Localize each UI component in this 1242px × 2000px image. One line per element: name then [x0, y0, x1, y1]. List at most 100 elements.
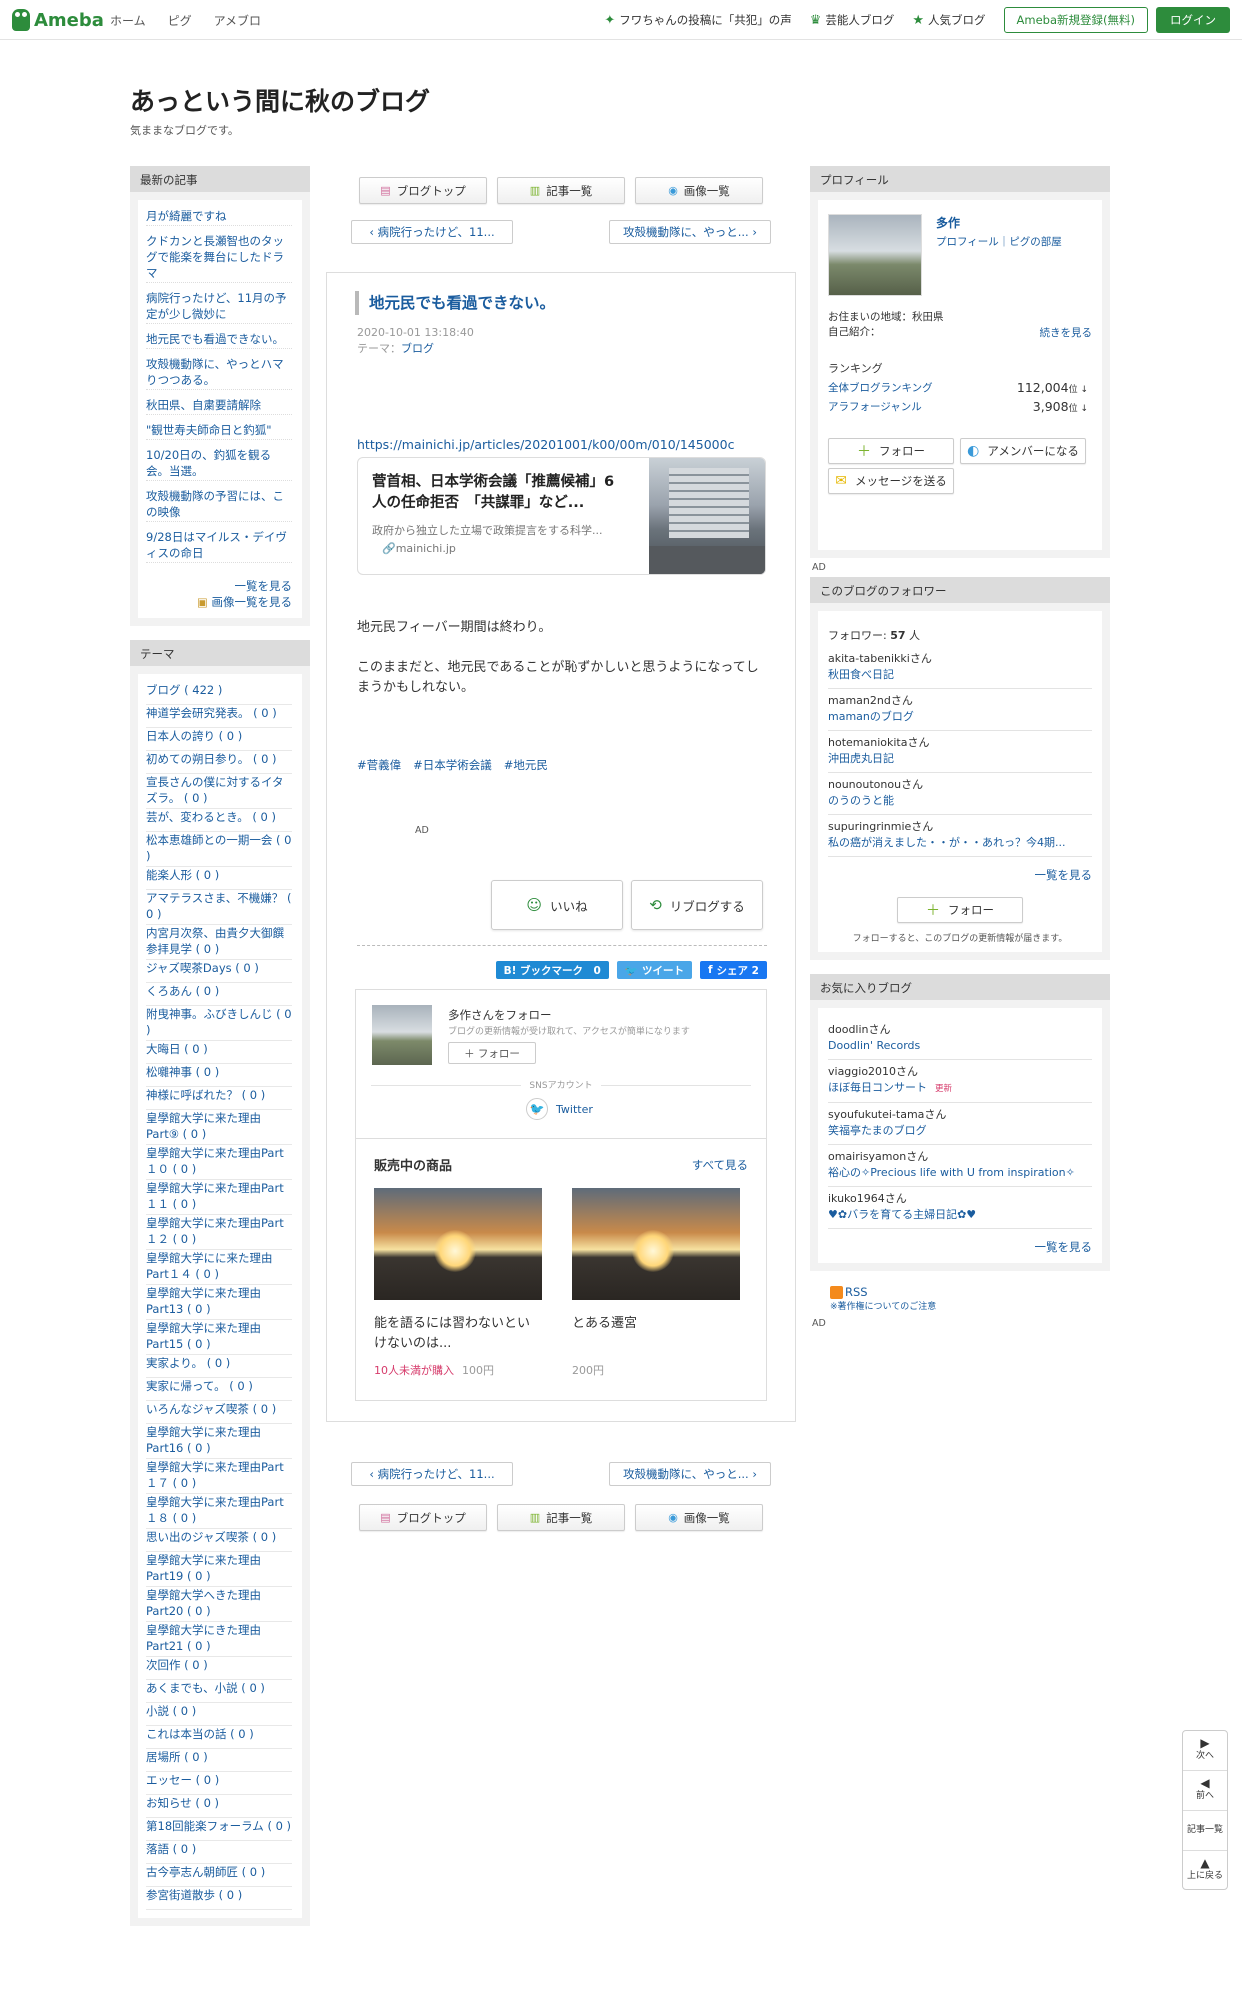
tab-blog-top[interactable]: ▤ ブログトップ	[359, 1504, 487, 1531]
follower-user[interactable]: nounoutonouさん	[828, 777, 1092, 793]
ranking-name[interactable]: 全体ブログランキング	[828, 380, 933, 395]
follower-blog-link[interactable]: のうのうと能	[828, 793, 1092, 809]
theme-link[interactable]: いろんなジャズ喫茶 ( 0 )	[146, 1401, 292, 1424]
recent-entry-link[interactable]: 9/28日はマイルス・デイヴィスの命日	[146, 529, 292, 563]
theme-link[interactable]: 皇學館大学に来た理由Part⑨ ( 0 )	[146, 1110, 292, 1145]
rss-link[interactable]: RSS	[830, 1285, 1110, 1299]
theme-link[interactable]: 皇學館大学に来た理由Part１７ ( 0 )	[146, 1459, 292, 1494]
theme-link[interactable]: 皇學館大学に来た理由Part15 ( 0 )	[146, 1320, 292, 1355]
favorite-blog-link[interactable]: ほぼ毎日コンサート 更新	[828, 1080, 1092, 1097]
reblog-button[interactable]: ⟲ リブログする	[631, 880, 763, 930]
float-next-button[interactable]: ▶ 次へ	[1183, 1731, 1227, 1771]
favorite-blog-link[interactable]: 笑福亭たまのブログ	[828, 1123, 1092, 1139]
theme-link[interactable]: お知らせ ( 0 )	[146, 1795, 292, 1818]
next-entry-link[interactable]: 攻殻機動隊に、やっと... ›	[609, 1462, 771, 1486]
author-avatar[interactable]	[372, 1005, 432, 1065]
theme-link[interactable]: 宣長さんの僕に対するイタズラ。 ( 0 )	[146, 774, 292, 809]
theme-link[interactable]: 思い出のジャズ喫茶 ( 0 )	[146, 1529, 292, 1552]
register-button[interactable]: Ameba新規登録(無料)	[1003, 7, 1148, 33]
favorite-blog-link[interactable]: 裕心の✧Precious life with U from inspiratio…	[828, 1165, 1092, 1181]
facebook-share-button[interactable]: f シェア 2	[699, 961, 767, 979]
theme-link[interactable]: あくまでも、小説 ( 0 )	[146, 1680, 292, 1703]
twitter-account-link[interactable]: 🐦 Twitter	[526, 1098, 593, 1120]
float-prev-button[interactable]: ◀ 前へ	[1183, 1771, 1227, 1811]
recent-entry-link[interactable]: クドカンと長瀬智也のタッグで能楽を舞台にしたドラマ	[146, 233, 292, 283]
theme-link[interactable]: これは本当の話 ( 0 )	[146, 1726, 292, 1749]
ranking-name[interactable]: アラフォージャンル	[828, 399, 922, 414]
theme-link[interactable]: 松本恵雄師との一期一会 ( 0 )	[146, 832, 292, 867]
blog-title[interactable]: あっという間に秋のブログ	[130, 82, 430, 118]
favorite-blog-link[interactable]: ♥✿バラを育てる主婦日記✿♥	[828, 1207, 1092, 1223]
copyright-note-link[interactable]: ※著作権についてのご注意	[830, 1299, 1110, 1312]
theme-link[interactable]: 初めての朔日参り。 ( 0 )	[146, 751, 292, 774]
theme-link[interactable]: 皇學館大学に来た理由Part19 ( 0 )	[146, 1552, 292, 1587]
hashtag[interactable]: #地元民	[504, 757, 548, 773]
float-list-button[interactable]: 記事一覧	[1183, 1811, 1227, 1851]
recent-entry-link[interactable]: 月が綺麗ですね	[146, 208, 292, 226]
follower-blog-link[interactable]: 私の癌が消えました・・が・・あれっ？今4期...	[828, 835, 1092, 851]
theme-link[interactable]: 内宮月次祭、由貴夕大御饌参拝見学 ( 0 )	[146, 925, 292, 960]
article-title[interactable]: 地元民でも看過できない。	[355, 291, 755, 315]
follow-button[interactable]: ＋フォロー	[897, 897, 1023, 923]
theme-link[interactable]: 古今亭志ん朝師匠 ( 0 )	[146, 1864, 292, 1887]
profile-links[interactable]: プロフィール｜ピグの部屋	[936, 234, 1062, 249]
ameba-logo[interactable]: Ameba	[12, 8, 104, 32]
theme-link[interactable]: 居場所 ( 0 )	[146, 1749, 292, 1772]
theme-link[interactable]: 皇學館大学に来た理由Part16 ( 0 )	[146, 1424, 292, 1459]
float-top-button[interactable]: ▲ 上に戻る	[1183, 1851, 1227, 1891]
product-card[interactable]: 能を語るには習わないといけないのは... 10人未満が購入 100円	[374, 1188, 542, 1378]
theme-link[interactable]: 日本人の誇り ( 0 )	[146, 728, 292, 751]
follow-button[interactable]: ＋ フォロー	[448, 1042, 536, 1064]
product-card[interactable]: とある遷宮 200円	[572, 1188, 740, 1378]
tab-image-list[interactable]: ◉ 画像一覧	[635, 177, 763, 204]
article-url-link[interactable]: https://mainichi.jp/articles/20201001/k0…	[357, 437, 734, 452]
like-button[interactable]: ☺ いいね	[491, 880, 623, 930]
theme-link[interactable]: アマテラスさま、不機嫌？ ( 0 )	[146, 890, 292, 925]
theme-link[interactable]: 松囃神事 ( 0 )	[146, 1064, 292, 1087]
image-list-link[interactable]: ▣ 画像一覧を見る	[146, 594, 292, 610]
recent-entry-link[interactable]: 攻殻機動隊の予習には、この映像	[146, 488, 292, 522]
prev-entry-link[interactable]: ‹ 病院行ったけど、11...	[351, 1462, 513, 1486]
theme-link[interactable]: 実家より。 ( 0 )	[146, 1355, 292, 1378]
recent-entry-link[interactable]: "観世寿夫師命日と釣狐"	[146, 422, 292, 440]
shop-see-all-link[interactable]: すべて見る	[692, 1157, 748, 1173]
theme-link[interactable]: 神様に呼ばれた？ ( 0 )	[146, 1087, 292, 1110]
celebrity-blog-link[interactable]: ♛ 芸能人ブログ	[810, 12, 895, 28]
theme-link[interactable]: 芸が、変わるとき。 ( 0 )	[146, 809, 292, 832]
recent-more-link[interactable]: 一覧を見る	[146, 578, 293, 594]
theme-link[interactable]: 第18回能楽フォーラム ( 0 )	[146, 1818, 292, 1841]
theme-link[interactable]: ジャズ喫茶Days ( 0 )	[146, 960, 292, 983]
follower-blog-link[interactable]: mamanのブログ	[828, 709, 1092, 725]
follower-blog-link[interactable]: 沖田虎丸日記	[828, 751, 1092, 767]
theme-link[interactable]: 皇學館大学に来た理由Part１２ ( 0 )	[146, 1215, 292, 1250]
theme-link[interactable]: くろあん ( 0 )	[146, 983, 292, 1006]
profile-avatar[interactable]	[828, 214, 922, 296]
recent-entry-link[interactable]: 攻殻機動隊に、やっとハマりつつある。	[146, 356, 292, 390]
tab-image-list[interactable]: ◉ 画像一覧	[635, 1504, 763, 1531]
favorite-user[interactable]: doodlinさん	[828, 1022, 1092, 1038]
follower-user[interactable]: supuringrinmieさん	[828, 819, 1092, 835]
nav-pigg[interactable]: ピグ	[168, 12, 192, 29]
nav-ameblo[interactable]: アメブロ	[214, 12, 261, 29]
amember-button[interactable]: ◐ アメンバーになる	[960, 438, 1086, 464]
theme-link[interactable]: 実家に帰って。 ( 0 )	[146, 1378, 292, 1401]
theme-link[interactable]: エッセー ( 0 )	[146, 1772, 292, 1795]
recent-entry-link[interactable]: 病院行ったけど、11月の予定が少し微妙に	[146, 290, 292, 324]
theme-link[interactable]: 皇學館大学へきた理由Part20 ( 0 )	[146, 1587, 292, 1622]
theme-link[interactable]: 皇學館大学に来た理由Part13 ( 0 )	[146, 1285, 292, 1320]
profile-continue-link[interactable]: 続きを見る	[1040, 325, 1093, 340]
profile-follow-button[interactable]: ＋フォロー	[828, 438, 954, 464]
prev-entry-link[interactable]: ‹ 病院行ったけど、11...	[351, 220, 513, 244]
popular-blog-link[interactable]: ★ 人気ブログ	[912, 12, 985, 28]
login-button[interactable]: ログイン	[1156, 7, 1230, 33]
favorites-more-link[interactable]: 一覧を見る	[828, 1239, 1093, 1255]
favorite-user[interactable]: syoufukutei-tamaさん	[828, 1107, 1092, 1123]
followers-more-link[interactable]: 一覧を見る	[828, 867, 1093, 883]
theme-link[interactable]: 能楽人形 ( 0 )	[146, 867, 292, 890]
theme-link[interactable]: 参宮街道散歩 ( 0 )	[146, 1887, 292, 1910]
message-button[interactable]: ✉ メッセージを送る	[828, 468, 954, 494]
recent-entry-link[interactable]: 10/20日の、釣狐を観る会。当選。	[146, 447, 292, 481]
theme-link[interactable]: 皇學館大学に来た理由Part１０ ( 0 )	[146, 1145, 292, 1180]
theme-link[interactable]: 落語 ( 0 )	[146, 1841, 292, 1864]
follower-user[interactable]: maman2ndさん	[828, 693, 1092, 709]
